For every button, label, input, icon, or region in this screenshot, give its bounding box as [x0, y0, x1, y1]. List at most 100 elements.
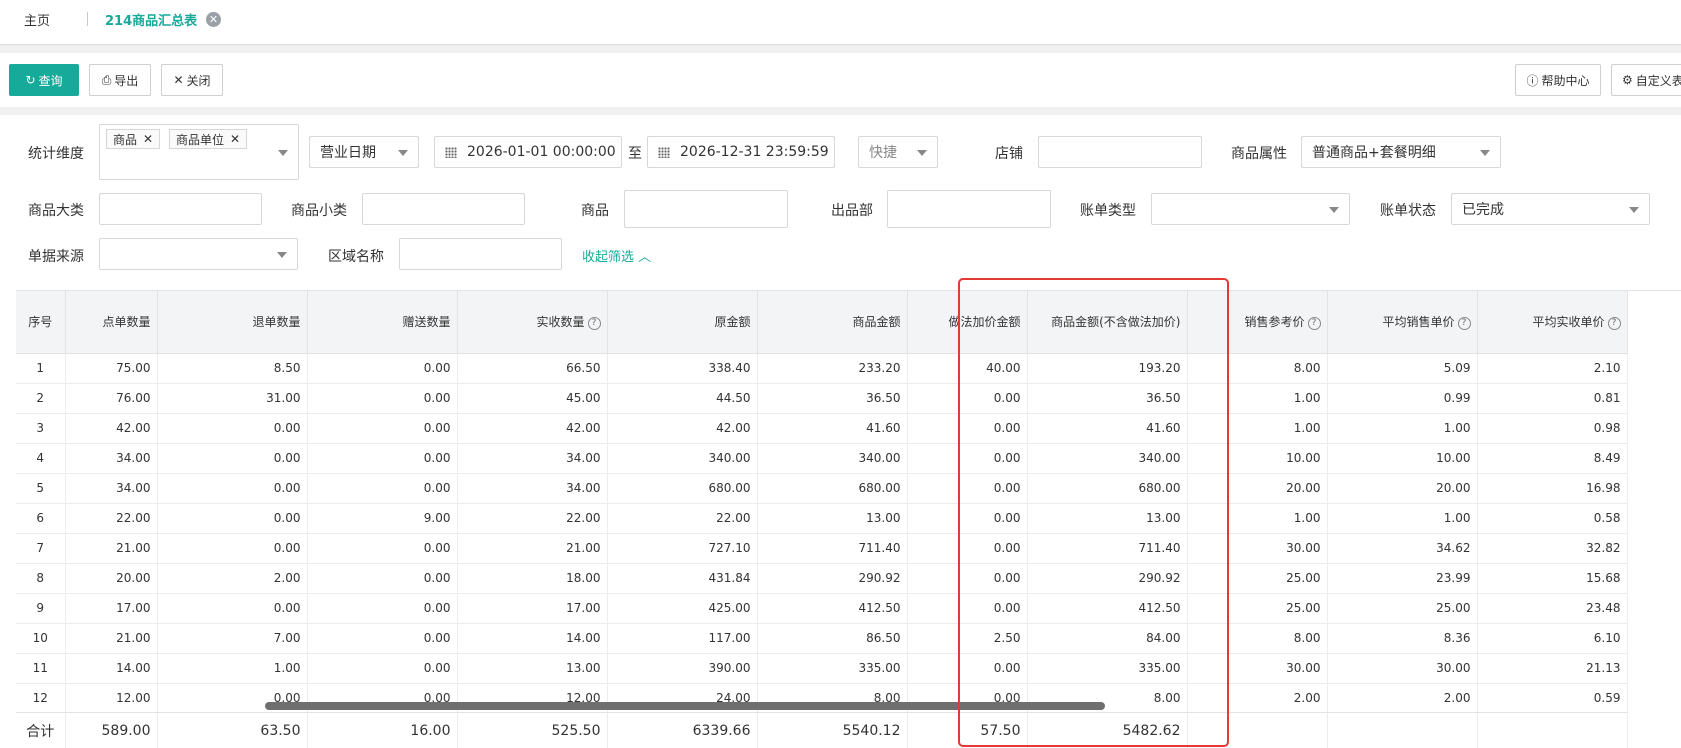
table-cell: 25.00: [1327, 593, 1478, 624]
table-cell: 0.00: [307, 473, 458, 504]
table-cell: 10: [16, 623, 66, 654]
dept-input[interactable]: [887, 190, 1051, 228]
table-cell: 30.00: [1327, 653, 1478, 684]
collapse-filter-link[interactable]: 收起筛选 ︿: [582, 246, 651, 265]
date-type-select[interactable]: 营业日期: [309, 136, 419, 168]
table-cell: 290.92: [1027, 563, 1188, 594]
table-cell: 2.00: [1187, 683, 1328, 714]
column-header[interactable]: 商品金额(不含做法加价): [1027, 291, 1188, 354]
help-icon[interactable]: ?: [1607, 317, 1621, 331]
column-header[interactable]: 商品金额: [757, 291, 908, 354]
table-cell: 42.00: [457, 413, 608, 444]
table-cell: 0.00: [907, 563, 1028, 594]
area-label: 区域名称: [328, 249, 384, 265]
product-input[interactable]: [624, 190, 788, 228]
bill-type-label: 账单类型: [1080, 203, 1136, 219]
export-icon: ⎙: [101, 72, 112, 87]
table-cell: 0.00: [907, 653, 1028, 684]
column-header[interactable]: 退单数量: [157, 291, 308, 354]
table-cell: 20.00: [1187, 473, 1328, 504]
table-cell: 34.00: [65, 473, 158, 504]
table-cell: 711.40: [757, 533, 908, 564]
table-cell: 13.00: [1027, 503, 1188, 534]
table-cell: 5.09: [1327, 353, 1478, 384]
table-row[interactable]: 5 34.00 0.00 0.00 34.00 680.00 680.00 0.00 680.0…: [16, 473, 1628, 504]
help-icon[interactable]: ?: [587, 317, 601, 331]
tab-product-summary[interactable]: 214商品汇总表: [105, 10, 197, 29]
help-center-button[interactable]: ⓘ 帮助中心: [1515, 64, 1601, 96]
table-cell: 0.00: [157, 503, 308, 534]
column-header-label: 平均销售单价: [1382, 315, 1455, 330]
table-cell: 21.00: [65, 533, 158, 564]
table-row[interactable]: 4 34.00 0.00 0.00 34.00 340.00 340.00 0.00 340.0…: [16, 443, 1628, 474]
store-label: 店铺: [995, 146, 1023, 162]
source-select[interactable]: [99, 238, 298, 270]
table-cell: 0.00: [307, 653, 458, 684]
column-header[interactable]: 赠送数量: [307, 291, 458, 354]
quick-date-select[interactable]: 快捷: [858, 136, 938, 168]
small-category-input[interactable]: [362, 193, 525, 225]
dimension-tag: 商品 ✕: [106, 129, 161, 149]
tab-home[interactable]: 主页: [24, 10, 50, 29]
horizontal-scrollbar[interactable]: [265, 702, 1105, 710]
table-cell: 34.00: [65, 443, 158, 474]
table-cell: 18.00: [457, 563, 608, 594]
table-row[interactable]: 2 76.00 31.00 0.00 45.00 44.50 36.50 0.00 36.50 1…: [16, 383, 1628, 414]
table-cell: 0.00: [307, 533, 458, 564]
dimension-label: 统计维度: [28, 146, 84, 162]
table-cell: 15.68: [1477, 563, 1628, 594]
table-cell: 41.60: [757, 413, 908, 444]
column-header[interactable]: 销售参考价?: [1187, 291, 1328, 354]
date-to-input[interactable]: 2026-12-31 23:59:59: [647, 136, 835, 168]
product-attr-select[interactable]: 普通商品+套餐明细: [1301, 136, 1501, 168]
toolbar: ↻ 查询 ⎙ 导出 ✕ 关闭 ⓘ 帮助中心 ⚙ 自定义表: [0, 53, 1681, 107]
bill-type-select[interactable]: [1151, 193, 1350, 225]
column-header-label: 平均实收单价: [1532, 315, 1605, 330]
table-cell: 0.00: [307, 623, 458, 654]
remove-tag-icon[interactable]: ✕: [143, 132, 153, 146]
area-input[interactable]: [399, 238, 562, 270]
column-header[interactable]: 平均销售单价?: [1327, 291, 1478, 354]
table-cell: 10.00: [1327, 443, 1478, 474]
help-icon[interactable]: ?: [1307, 317, 1321, 331]
table-row[interactable]: 7 21.00 0.00 0.00 21.00 727.10 711.40 0.00 711.4…: [16, 533, 1628, 564]
table-cell: 12: [16, 683, 66, 714]
chevron-up-icon: ︿: [638, 250, 652, 265]
table-cell: 45.00: [457, 383, 608, 414]
export-button[interactable]: ⎙ 导出: [89, 64, 151, 96]
column-header[interactable]: 点单数量: [65, 291, 158, 354]
store-input[interactable]: [1038, 136, 1202, 168]
table-row[interactable]: 8 20.00 2.00 0.00 18.00 431.84 290.92 0.00 290.9…: [16, 563, 1628, 594]
column-header[interactable]: 做法加价金额: [907, 291, 1028, 354]
table-cell: 0.00: [907, 383, 1028, 414]
table-row[interactable]: 6 22.00 0.00 9.00 22.00 22.00 13.00 0.00 13.00 1.…: [16, 503, 1628, 534]
table-cell: 193.20: [1027, 353, 1188, 384]
bill-status-select[interactable]: 已完成: [1451, 193, 1650, 225]
table-cell: 340.00: [607, 443, 758, 474]
date-from-input[interactable]: 2026-01-01 00:00:00: [434, 136, 622, 168]
table-cell: 2.50: [907, 623, 1028, 654]
query-button[interactable]: ↻ 查询: [9, 64, 79, 96]
column-header[interactable]: 实收数量?: [457, 291, 608, 354]
data-table: 序号 点单数量 退单数量 赠送数量 实收数量? 原金额 商品金额 做法加价金额 商品金额(不含做…: [16, 290, 1681, 747]
remove-tag-icon[interactable]: ✕: [230, 132, 240, 146]
small-category-label: 商品小类: [291, 203, 347, 219]
column-header-label: 商品金额(不含做法加价): [1051, 315, 1181, 330]
table-row[interactable]: 11 14.00 1.00 0.00 13.00 390.00 335.00 0.00 335.…: [16, 653, 1628, 684]
close-tab-icon[interactable]: ✕: [206, 12, 221, 27]
column-header-label: 序号: [28, 315, 53, 330]
customize-table-button[interactable]: ⚙ 自定义表: [1611, 64, 1681, 96]
help-icon[interactable]: ?: [1457, 317, 1471, 331]
divider: [0, 45, 1681, 53]
table-row[interactable]: 9 17.00 0.00 0.00 17.00 425.00 412.50 0.00 412.5…: [16, 593, 1628, 624]
close-button[interactable]: ✕ 关闭: [161, 64, 223, 96]
table-row[interactable]: 1 75.00 8.50 0.00 66.50 338.40 233.20 40.00 193.…: [16, 353, 1628, 384]
table-cell: 21.00: [65, 623, 158, 654]
table-row[interactable]: 10 21.00 7.00 0.00 14.00 117.00 86.50 2.50 84.00…: [16, 623, 1628, 654]
big-category-input[interactable]: [99, 193, 262, 225]
column-header[interactable]: 平均实收单价?: [1477, 291, 1628, 354]
table-cell: 0.00: [907, 533, 1028, 564]
column-header[interactable]: 序号: [16, 291, 66, 354]
table-row[interactable]: 3 42.00 0.00 0.00 42.00 42.00 41.60 0.00 41.60 1.…: [16, 413, 1628, 444]
column-header[interactable]: 原金额: [607, 291, 758, 354]
